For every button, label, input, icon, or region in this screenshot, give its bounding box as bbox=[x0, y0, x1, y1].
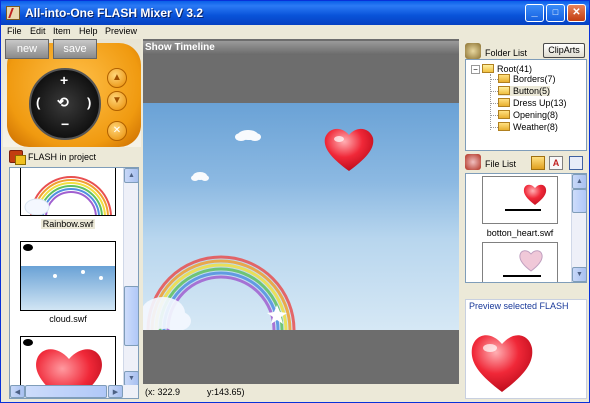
playback-dial[interactable]: + − ( ) ⟲ bbox=[29, 68, 101, 140]
right-bracket-icon[interactable]: ) bbox=[87, 95, 91, 110]
new-button[interactable]: new bbox=[5, 39, 49, 59]
coord-y: y:143.65) bbox=[207, 387, 245, 397]
project-list[interactable]: Rainbow.swf cloud.swf ▲ ▼ ◀ ▶ bbox=[9, 167, 139, 399]
project-header-label: FLASH in project bbox=[28, 152, 97, 162]
flash-stage[interactable] bbox=[143, 103, 459, 330]
folder-tree[interactable]: − Root(41) Borders(7) Button(5) Dress Up… bbox=[465, 59, 587, 151]
tree-node-dressup[interactable]: Dress Up(13) bbox=[498, 98, 567, 108]
scroll-thumb[interactable] bbox=[572, 189, 586, 213]
tree-collapse-icon[interactable]: − bbox=[471, 65, 480, 74]
folder-icon bbox=[498, 110, 510, 119]
cloud-thumbnail bbox=[20, 241, 116, 311]
menu-preview[interactable]: Preview bbox=[105, 26, 137, 36]
tree-node-borders[interactable]: Borders(7) bbox=[498, 74, 556, 84]
preview-heart-image bbox=[471, 335, 533, 392]
coord-x: (x: 322.9 bbox=[145, 387, 181, 397]
visibility-eye-icon[interactable] bbox=[23, 244, 33, 251]
file-thumbnail[interactable] bbox=[482, 176, 558, 224]
reset-icon[interactable]: ⟲ bbox=[57, 94, 69, 111]
h-scroll-thumb[interactable] bbox=[25, 385, 107, 398]
folder-icon bbox=[498, 74, 510, 83]
folder-list-label: Folder List bbox=[485, 48, 528, 58]
visibility-eye-icon[interactable] bbox=[23, 339, 33, 346]
rainbow-thumbnail bbox=[20, 168, 116, 216]
save-button[interactable]: save bbox=[53, 39, 97, 59]
left-panel: + − ( ) ⟲ ▲ ▼ ✕ new save FLASH in projec… bbox=[3, 39, 141, 402]
file-list-label: File List bbox=[485, 159, 517, 169]
left-bracket-icon[interactable]: ( bbox=[36, 95, 40, 110]
scroll-thumb[interactable] bbox=[124, 286, 138, 346]
plus-icon[interactable]: + bbox=[60, 72, 68, 88]
tree-node-button-selected[interactable]: Button(5) bbox=[498, 86, 551, 96]
folder-open-icon bbox=[482, 64, 494, 73]
app-icon bbox=[6, 6, 20, 20]
heart-button-image bbox=[505, 184, 547, 211]
delete-round-button[interactable]: ✕ bbox=[107, 121, 127, 141]
controller-area: + − ( ) ⟲ ▲ ▼ ✕ new save bbox=[3, 39, 141, 147]
menu-bar: File Edit Item Help Preview bbox=[1, 25, 589, 39]
preview-label: Preview selected FLASH bbox=[469, 301, 569, 311]
heart-pale-image bbox=[503, 250, 543, 277]
menu-item[interactable]: Item bbox=[53, 26, 71, 36]
project-item[interactable]: cloud.swf bbox=[20, 241, 116, 324]
view-mode-icon[interactable] bbox=[569, 156, 583, 170]
window-title: All-into-One FLASH Mixer V 3.2 bbox=[25, 6, 204, 20]
project-item-label: cloud.swf bbox=[49, 314, 87, 324]
project-item-label: Rainbow.swf bbox=[40, 219, 96, 229]
down-round-button[interactable]: ▼ bbox=[107, 91, 127, 111]
folder-icon bbox=[498, 122, 510, 131]
menu-file[interactable]: File bbox=[7, 26, 22, 36]
folder-list-icon bbox=[465, 43, 481, 59]
file-item-label: botton_heart.swf bbox=[486, 228, 554, 238]
tree-root[interactable]: Root(41) bbox=[482, 64, 532, 74]
app-window: All-into-One FLASH Mixer V 3.2 _ □ ✕ Fil… bbox=[0, 0, 590, 403]
rainbow-image bbox=[21, 168, 115, 215]
project-item[interactable]: Rainbow.swf bbox=[20, 168, 116, 229]
file-list[interactable]: botton_heart.swf ▲ ▼ bbox=[465, 173, 587, 283]
file-vscrollbar[interactable]: ▲ ▼ bbox=[571, 174, 586, 282]
scroll-up-button[interactable]: ▲ bbox=[572, 174, 586, 189]
scroll-left-button[interactable]: ◀ bbox=[10, 385, 25, 398]
menu-edit[interactable]: Edit bbox=[30, 26, 46, 36]
project-hscrollbar[interactable]: ◀ ▶ bbox=[10, 385, 138, 398]
rename-icon[interactable]: A bbox=[549, 156, 563, 170]
timeline-toggle[interactable]: Show Timeline bbox=[143, 41, 459, 55]
menu-help[interactable]: Help bbox=[79, 26, 98, 36]
stage-canvas bbox=[143, 128, 374, 330]
add-file-icon[interactable] bbox=[531, 156, 545, 170]
right-panel: Folder List ClipArts − Root(41) Borders(… bbox=[461, 39, 589, 402]
up-round-button[interactable]: ▲ bbox=[107, 68, 127, 88]
minus-icon[interactable]: − bbox=[61, 116, 69, 132]
file-list-icon bbox=[465, 154, 481, 170]
preview-panel bbox=[465, 299, 587, 399]
title-bar[interactable]: All-into-One FLASH Mixer V 3.2 _ □ ✕ bbox=[1, 1, 589, 25]
scroll-down-button[interactable]: ▼ bbox=[572, 267, 586, 282]
scroll-down-button[interactable]: ▼ bbox=[124, 371, 138, 386]
tree-node-opening[interactable]: Opening(8) bbox=[498, 110, 558, 120]
close-button[interactable]: ✕ bbox=[567, 4, 586, 22]
folder-open-icon bbox=[498, 86, 510, 95]
project-header: FLASH in project bbox=[3, 149, 141, 165]
stage-area: Show Timeline bbox=[143, 39, 459, 402]
status-bar: (x: 322.9 y:143.65) bbox=[143, 384, 459, 402]
scroll-right-button[interactable]: ▶ bbox=[108, 385, 123, 398]
tree-node-weather[interactable]: Weather(8) bbox=[498, 122, 558, 132]
timeline-label: Show Timeline bbox=[145, 42, 215, 53]
minimize-button[interactable]: _ bbox=[525, 4, 544, 22]
folder-icon bbox=[498, 98, 510, 107]
small-cloud bbox=[235, 130, 261, 141]
scroll-up-button[interactable]: ▲ bbox=[124, 168, 138, 183]
cliparts-button[interactable]: ClipArts bbox=[543, 43, 585, 58]
cloud-image bbox=[21, 242, 115, 310]
project-vscrollbar[interactable]: ▲ ▼ bbox=[123, 168, 138, 386]
maximize-button[interactable]: □ bbox=[546, 4, 565, 22]
flash-project-icon bbox=[9, 150, 26, 165]
file-thumbnail[interactable] bbox=[482, 242, 558, 282]
